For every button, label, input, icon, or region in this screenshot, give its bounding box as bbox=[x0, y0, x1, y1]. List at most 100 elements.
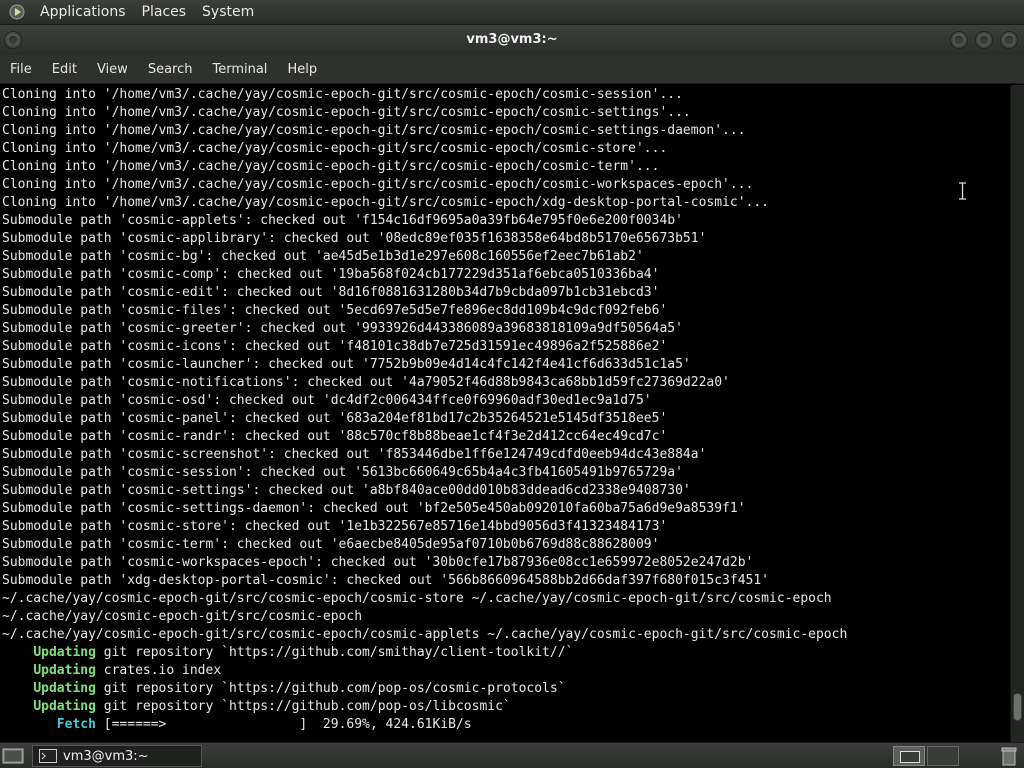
terminal-line: Submodule path 'cosmic-icons': checked o… bbox=[2, 338, 1010, 356]
terminal-lines: Cloning into '/home/vm3/.cache/yay/cosmi… bbox=[0, 85, 1010, 734]
window-title: vm3@vm3:~ bbox=[466, 32, 558, 47]
terminal-text: crates.io index bbox=[95, 663, 222, 678]
terminal-indent bbox=[2, 663, 33, 678]
terminal-text: Cloning into '/home/vm3/.cache/yay/cosmi… bbox=[2, 123, 746, 138]
ibeam-cursor-icon bbox=[959, 182, 966, 200]
terminal-line: Updating crates.io index bbox=[2, 662, 1010, 680]
terminal-text: git repository `https://github.com/pop-o… bbox=[95, 699, 511, 714]
workspace-1[interactable] bbox=[893, 746, 925, 766]
taskbar-window-label: vm3@vm3:~ bbox=[63, 748, 149, 764]
terminal-text: Submodule path 'cosmic-applibrary': chec… bbox=[2, 231, 707, 246]
terminal-scrollbar[interactable] bbox=[1010, 85, 1024, 742]
terminal-keyword: Updating bbox=[33, 663, 96, 678]
terminal-line: Submodule path 'cosmic-term': checked ou… bbox=[2, 536, 1010, 554]
terminal-line: Updating git repository `https://github.… bbox=[2, 644, 1010, 662]
menu-file[interactable]: File bbox=[0, 62, 42, 77]
menu-help[interactable]: Help bbox=[277, 62, 327, 77]
window-titlebar[interactable]: vm3@vm3:~ bbox=[0, 25, 1024, 55]
terminal-text: Submodule path 'cosmic-notifications': c… bbox=[2, 375, 730, 390]
show-desktop-icon[interactable] bbox=[2, 747, 24, 765]
terminal-text: Submodule path 'cosmic-panel': checked o… bbox=[2, 411, 668, 426]
bottom-panel: vm3@vm3:~ bbox=[0, 742, 1024, 768]
scrollbar-thumb[interactable] bbox=[1013, 693, 1022, 722]
terminal-line: Submodule path 'cosmic-applibrary': chec… bbox=[2, 230, 1010, 248]
terminal-line: Submodule path 'cosmic-panel': checked o… bbox=[2, 410, 1010, 428]
menu-edit[interactable]: Edit bbox=[42, 62, 87, 77]
terminal-indent bbox=[2, 645, 33, 660]
terminal-text: Submodule path 'cosmic-store': checked o… bbox=[2, 519, 668, 534]
terminal-line: Submodule path 'cosmic-osd': checked out… bbox=[2, 392, 1010, 410]
terminal-text: Submodule path 'cosmic-randr': checked o… bbox=[2, 429, 668, 444]
terminal-line: Submodule path 'cosmic-session': checked… bbox=[2, 464, 1010, 482]
terminal-text: Submodule path 'cosmic-applets': checked… bbox=[2, 213, 683, 228]
terminal-indent bbox=[2, 699, 33, 714]
terminal-keyword: Updating bbox=[33, 645, 96, 660]
menu-search[interactable]: Search bbox=[138, 62, 203, 77]
terminal-text: Cloning into '/home/vm3/.cache/yay/cosmi… bbox=[2, 105, 691, 120]
close-button[interactable] bbox=[1000, 31, 1018, 49]
terminal-line: Cloning into '/home/vm3/.cache/yay/cosmi… bbox=[2, 176, 1010, 194]
terminal-keyword: Fetch bbox=[56, 717, 96, 732]
menu-terminal[interactable]: Terminal bbox=[202, 62, 277, 77]
terminal-line: ~/.cache/yay/cosmic-epoch-git/src/cosmic… bbox=[2, 626, 1010, 644]
terminal-text: Cloning into '/home/vm3/.cache/yay/cosmi… bbox=[2, 177, 754, 192]
terminal-text: Submodule path 'cosmic-settings-daemon':… bbox=[2, 501, 746, 516]
terminal-text: Submodule path 'cosmic-osd': checked out… bbox=[2, 393, 652, 408]
terminal-text: Submodule path 'cosmic-term': checked ou… bbox=[2, 537, 660, 552]
terminal-line: Submodule path 'cosmic-settings-daemon':… bbox=[2, 500, 1010, 518]
terminal-text: ~/.cache/yay/cosmic-epoch-git/src/cosmic… bbox=[2, 627, 848, 642]
terminal-text: git repository `https://github.com/smith… bbox=[95, 645, 574, 660]
applications-menu[interactable]: Applications bbox=[32, 4, 134, 20]
terminal-line: Submodule path 'cosmic-applets': checked… bbox=[2, 212, 1010, 230]
terminal-keyword: Updating bbox=[33, 699, 96, 714]
terminal-text: ~/.cache/yay/cosmic-epoch-git/src/cosmic… bbox=[2, 609, 363, 624]
menu-view[interactable]: View bbox=[87, 62, 138, 77]
terminal-line: Submodule path 'cosmic-store': checked o… bbox=[2, 518, 1010, 536]
terminal-text: Submodule path 'cosmic-settings': checke… bbox=[2, 483, 691, 498]
trash-icon[interactable] bbox=[1000, 746, 1018, 766]
terminal-line: Submodule path 'cosmic-edit': checked ou… bbox=[2, 284, 1010, 302]
terminal-keyword: Updating bbox=[33, 681, 96, 696]
terminal-line: Submodule path 'xdg-desktop-portal-cosmi… bbox=[2, 572, 1010, 590]
terminal-text: ~/.cache/yay/cosmic-epoch-git/src/cosmic… bbox=[2, 591, 832, 606]
terminal-text: git repository `https://github.com/pop-o… bbox=[95, 681, 566, 696]
terminal-line: Updating git repository `https://github.… bbox=[2, 680, 1010, 698]
terminal-line: Cloning into '/home/vm3/.cache/yay/cosmi… bbox=[2, 104, 1010, 122]
minimize-button[interactable] bbox=[950, 31, 968, 49]
terminal-text: Submodule path 'cosmic-icons': checked o… bbox=[2, 339, 668, 354]
menu-bar: File Edit View Search Terminal Help bbox=[0, 55, 1024, 84]
terminal-text: Submodule path 'cosmic-comp': checked ou… bbox=[2, 267, 660, 282]
terminal-line: Submodule path 'cosmic-comp': checked ou… bbox=[2, 266, 1010, 284]
top-panel: Applications Places System bbox=[0, 0, 1024, 25]
maximize-button[interactable] bbox=[975, 31, 993, 49]
workspace-2[interactable] bbox=[927, 746, 959, 766]
terminal-text: Submodule path 'cosmic-workspaces-epoch'… bbox=[2, 555, 754, 570]
terminal-text: [======> ] 29.69%, 424.61KiB/s bbox=[95, 717, 472, 732]
terminal-icon bbox=[39, 749, 57, 763]
terminal-text: Cloning into '/home/vm3/.cache/yay/cosmi… bbox=[2, 87, 683, 102]
terminal-text: Submodule path 'cosmic-session': checked… bbox=[2, 465, 683, 480]
terminal-text: Submodule path 'cosmic-files': checked o… bbox=[2, 303, 668, 318]
terminal-line: Submodule path 'cosmic-screenshot': chec… bbox=[2, 446, 1010, 464]
terminal-line: Submodule path 'cosmic-randr': checked o… bbox=[2, 428, 1010, 446]
places-menu[interactable]: Places bbox=[134, 4, 195, 20]
terminal-line: Submodule path 'cosmic-greeter': checked… bbox=[2, 320, 1010, 338]
taskbar-window-button[interactable]: vm3@vm3:~ bbox=[32, 745, 202, 767]
terminal-line: ~/.cache/yay/cosmic-epoch-git/src/cosmic… bbox=[2, 590, 1010, 608]
terminal-text: Submodule path 'cosmic-edit': checked ou… bbox=[2, 285, 660, 300]
terminal-text: Submodule path 'cosmic-screenshot': chec… bbox=[2, 447, 707, 462]
terminal-text: Submodule path 'xdg-desktop-portal-cosmi… bbox=[2, 573, 770, 588]
terminal-output[interactable]: Cloning into '/home/vm3/.cache/yay/cosmi… bbox=[0, 85, 1010, 742]
terminal-line: Submodule path 'cosmic-files': checked o… bbox=[2, 302, 1010, 320]
terminal-line: Cloning into '/home/vm3/.cache/yay/cosmi… bbox=[2, 140, 1010, 158]
gnome-foot-icon[interactable] bbox=[8, 3, 26, 21]
system-menu[interactable]: System bbox=[194, 4, 262, 20]
terminal-line: Submodule path 'cosmic-notifications': c… bbox=[2, 374, 1010, 392]
terminal-text: Cloning into '/home/vm3/.cache/yay/cosmi… bbox=[2, 195, 770, 210]
terminal-indent bbox=[2, 681, 33, 696]
terminal-line: Cloning into '/home/vm3/.cache/yay/cosmi… bbox=[2, 86, 1010, 104]
terminal-text: Cloning into '/home/vm3/.cache/yay/cosmi… bbox=[2, 141, 668, 156]
terminal-line: Cloning into '/home/vm3/.cache/yay/cosmi… bbox=[2, 122, 1010, 140]
terminal-line: Submodule path 'cosmic-bg': checked out … bbox=[2, 248, 1010, 266]
terminal-text: Submodule path 'cosmic-launcher': checke… bbox=[2, 357, 691, 372]
